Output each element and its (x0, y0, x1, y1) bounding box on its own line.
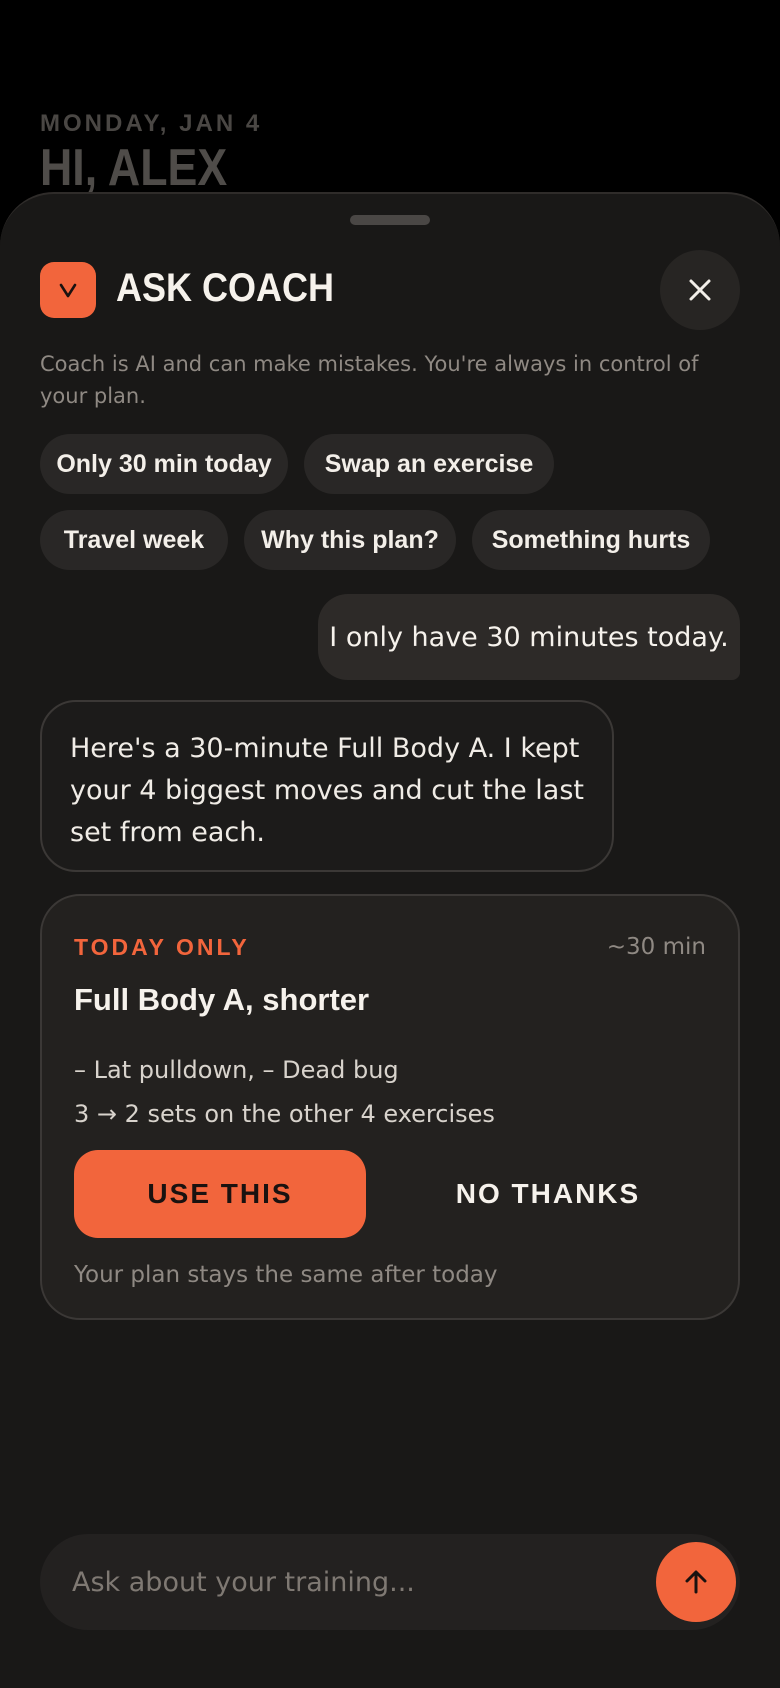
suggestion-chip[interactable]: Something hurts (472, 510, 710, 570)
no-thanks-button[interactable]: NO THANKS (386, 1150, 710, 1238)
coach-message: Here's a 30-minute Full Body A. I kept y… (40, 700, 614, 872)
proposal-duration: ~30 min (606, 934, 706, 960)
ask-coach-sheet: ASK COACH Coach is AI and can make mista… (0, 192, 780, 1688)
date-label: MONDAY, JAN 4 (40, 110, 263, 137)
sheet-title: ASK COACH (116, 266, 335, 310)
plan-proposal-card: TODAY ONLY ~30 min Full Body A, shorter … (40, 894, 740, 1320)
close-button[interactable] (660, 250, 740, 330)
proposal-change: 3 → 2 sets on the other 4 exercises (74, 1100, 495, 1128)
chevron-down-icon (59, 283, 77, 298)
suggestion-chip[interactable]: Only 30 min today (40, 434, 288, 494)
message-composer (40, 1534, 740, 1630)
arrow-up-icon (685, 1570, 707, 1594)
proposal-title: Full Body A, shorter (74, 982, 370, 1017)
proposal-note: Your plan stays the same after today (74, 1262, 498, 1288)
proposal-tag: TODAY ONLY (74, 934, 250, 960)
sheet-drag-handle[interactable] (350, 215, 430, 225)
suggestion-chip[interactable]: Why this plan? (244, 510, 456, 570)
screen: MONDAY, JAN 4 HI, ALEX ASK COACH Coach i… (0, 0, 780, 1688)
ai-disclaimer: Coach is AI and can make mistakes. You'r… (40, 352, 699, 408)
proposal-change: – Lat pulldown, – Dead bug (74, 1056, 399, 1084)
user-message: I only have 30 minutes today. (318, 594, 740, 680)
coach-logo (40, 262, 96, 318)
suggestion-chip[interactable]: Travel week (40, 510, 228, 570)
use-this-button[interactable]: USE THIS (74, 1150, 366, 1238)
message-input[interactable] (72, 1552, 632, 1612)
greeting-heading: HI, ALEX (40, 139, 228, 197)
send-button[interactable] (656, 1542, 736, 1622)
suggestion-chip[interactable]: Swap an exercise (304, 434, 554, 494)
close-icon (689, 279, 711, 301)
